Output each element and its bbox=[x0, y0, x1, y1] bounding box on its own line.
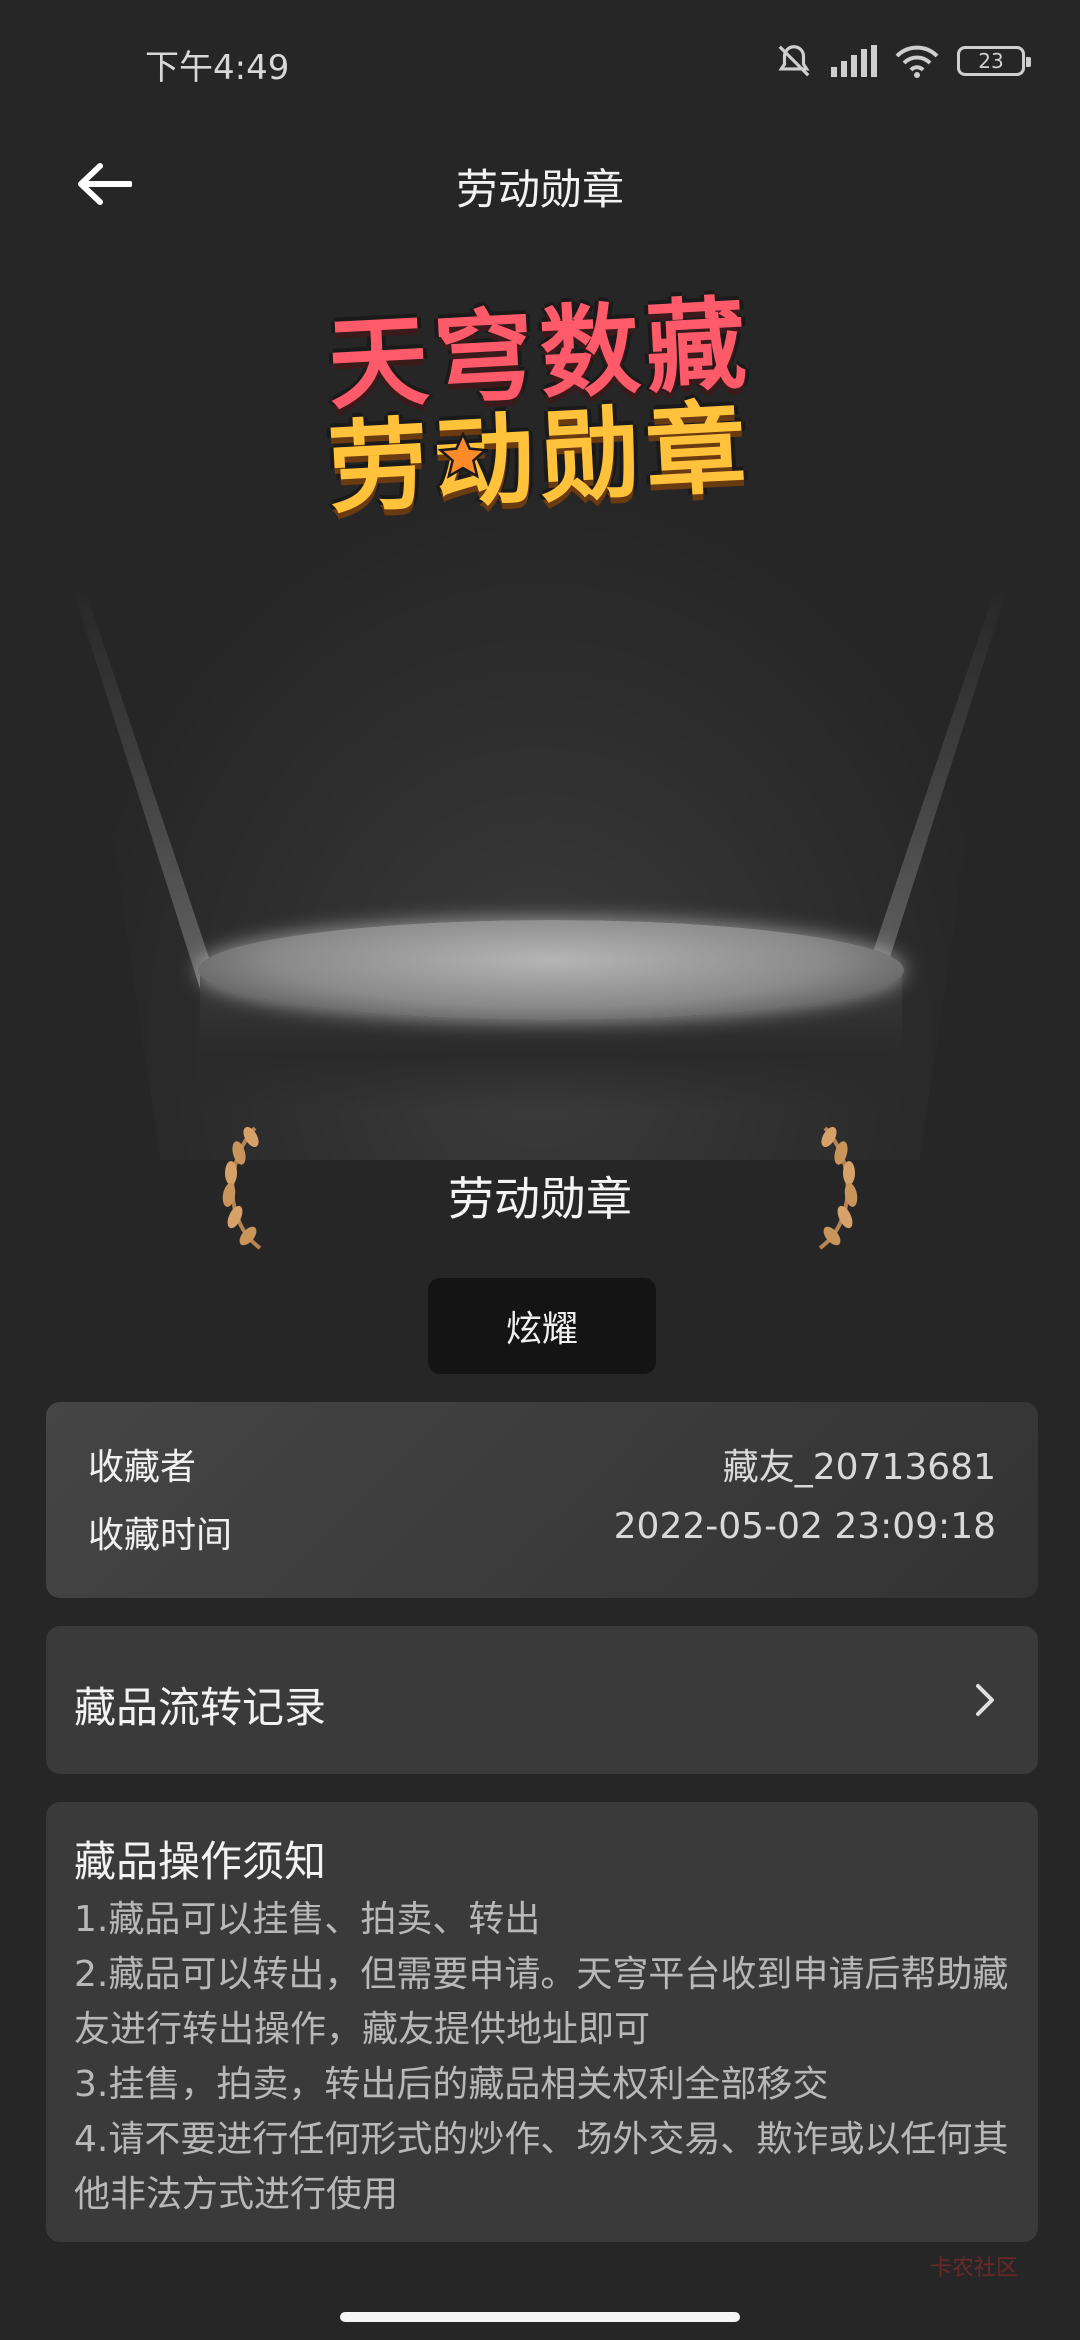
transfer-record-label: 藏品流转记录 bbox=[74, 1683, 327, 1732]
notice-title: 藏品操作须知 bbox=[74, 1837, 327, 1886]
operation-notice-card: 藏品操作须知 1.藏品可以挂售、拍卖、转出 2.藏品可以转出，但需要申请。天穹平… bbox=[46, 1802, 1038, 2242]
star-icon bbox=[438, 432, 488, 479]
medal-name: 劳动勋章 bbox=[448, 1172, 632, 1226]
battery-level: 23 bbox=[978, 49, 1004, 73]
chevron-right-icon bbox=[976, 1684, 994, 1716]
laurel-right-icon bbox=[818, 1126, 858, 1250]
notice-item: 1.藏品可以挂售、拍卖、转出 bbox=[74, 1899, 541, 1940]
watermark: 卡农社区 bbox=[929, 2256, 1018, 2281]
owner-info-card: 收藏者 藏友_20713681 收藏时间 2022-05-02 23:09:18 bbox=[46, 1402, 1038, 1598]
wifi-icon bbox=[895, 45, 939, 78]
status-bar: 下午4:49 23 bbox=[0, 0, 1080, 130]
notice-body: 1.藏品可以挂售、拍卖、转出 2.藏品可以转出，但需要申请。天穹平台收到申请后帮… bbox=[74, 1892, 1016, 2222]
collector-value: 藏友_20713681 bbox=[722, 1447, 996, 1488]
app-header: 劳动勋章 bbox=[0, 130, 1080, 240]
collect-time-row: 收藏时间 2022-05-02 23:09:18 bbox=[88, 1506, 996, 1558]
collector-label: 收藏者 bbox=[88, 1447, 197, 1488]
home-indicator[interactable] bbox=[340, 2312, 740, 2322]
status-time: 下午4:49 bbox=[145, 48, 290, 88]
medal-name-row: 劳动勋章 bbox=[0, 1115, 1080, 1255]
battery-icon: 23 bbox=[957, 46, 1031, 76]
notice-item: 3.挂售，拍卖，转出后的藏品相关权利全部移交 bbox=[74, 2064, 829, 2105]
bell-muted-icon bbox=[778, 45, 810, 77]
collect-time-value: 2022-05-02 23:09:18 bbox=[613, 1506, 996, 1547]
transfer-record-row[interactable]: 藏品流转记录 bbox=[46, 1626, 1038, 1774]
notice-item: 4.请不要进行任何形式的炒作、场外交易、欺诈或以任何其他非法方式进行使用 bbox=[74, 2119, 1009, 2215]
hero-showcase: 天穹数藏 劳动勋章 bbox=[0, 280, 1080, 1160]
collector-row: 收藏者 藏友_20713681 bbox=[88, 1438, 996, 1490]
medal-logo: 天穹数藏 劳动勋章 bbox=[0, 285, 1080, 528]
notice-item: 2.藏品可以转出，但需要申请。天穹平台收到申请后帮助藏友进行转出操作，藏友提供地… bbox=[74, 1954, 1009, 2050]
pedestal-top bbox=[198, 920, 904, 1020]
show-off-button[interactable]: 炫耀 bbox=[428, 1278, 656, 1374]
page-title: 劳动勋章 bbox=[455, 165, 624, 214]
collect-time-label: 收藏时间 bbox=[88, 1515, 233, 1556]
status-icons: 23 bbox=[775, 42, 1031, 80]
signal-icon bbox=[831, 45, 877, 77]
